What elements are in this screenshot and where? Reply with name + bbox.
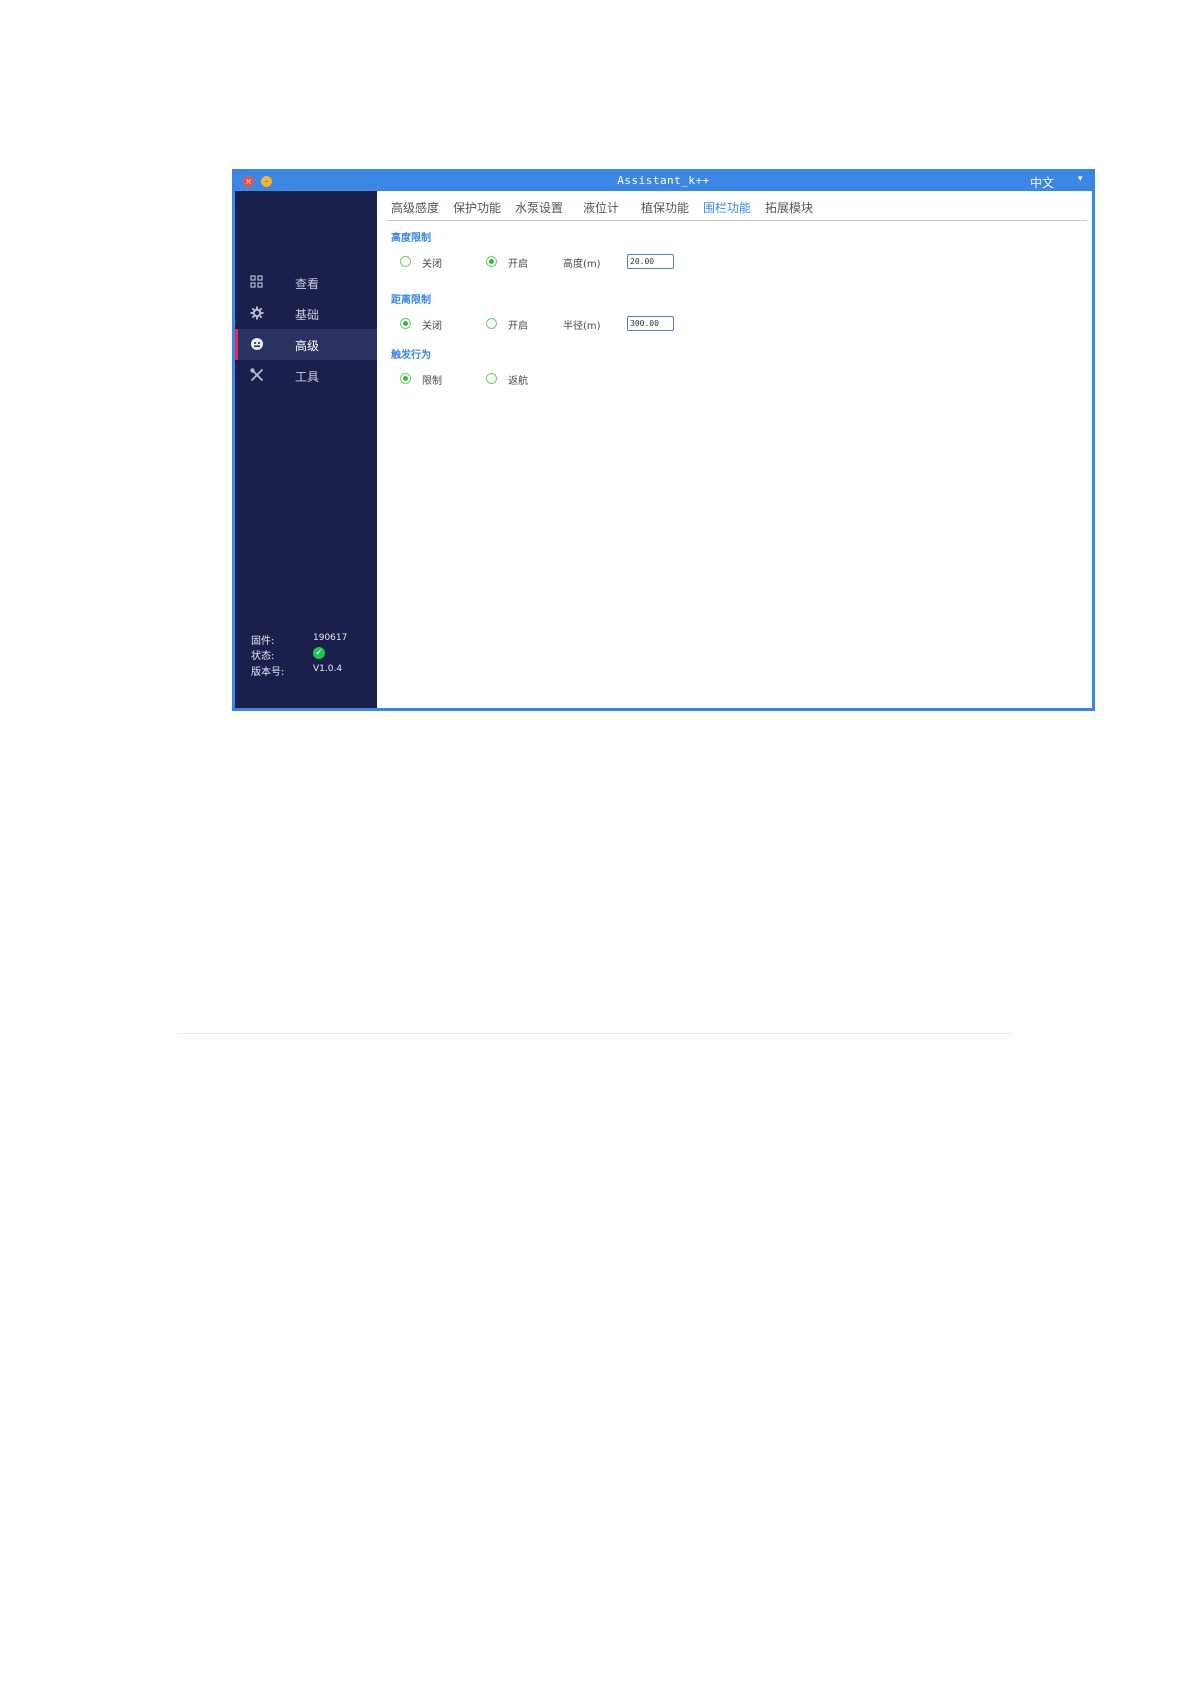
- radius-field-label: 半径(m): [563, 321, 601, 332]
- distance-limit-title: 距离限制: [391, 295, 431, 306]
- tab-pump-settings[interactable]: 水泵设置: [515, 199, 563, 216]
- radius-input[interactable]: [627, 316, 674, 331]
- tab-level-gauge[interactable]: 液位计: [583, 199, 619, 216]
- sidebar-item-label: 工具: [295, 370, 320, 384]
- advanced-icon: [249, 337, 265, 353]
- chevron-down-icon[interactable]: ▾: [1078, 174, 1083, 184]
- height-off-label: 关闭: [422, 259, 442, 270]
- distance-on-radio[interactable]: [486, 318, 497, 329]
- trigger-limit-radio[interactable]: [400, 373, 411, 384]
- version-label: 版本号:: [251, 667, 285, 678]
- page-divider: [180, 1033, 1011, 1034]
- sidebar-item-label: 基础: [295, 308, 320, 322]
- language-select[interactable]: 中文: [1030, 174, 1054, 191]
- sidebar: 查看 基础 高级 工具 固件: 190617 状态: ✓ 版本号: V1.0.4: [235, 191, 377, 708]
- gear-icon: [249, 306, 265, 322]
- tab-fence[interactable]: 围栏功能: [703, 199, 751, 216]
- tools-icon: [249, 368, 265, 384]
- tab-advanced-sensitivity[interactable]: 高级感度: [391, 199, 439, 216]
- trigger-action-title: 触发行为: [391, 350, 431, 361]
- tab-plant-protection[interactable]: 植保功能: [641, 199, 689, 216]
- trigger-return-label: 返航: [508, 376, 528, 387]
- height-on-label: 开启: [508, 259, 528, 270]
- tab-bar: 高级感度 保护功能 水泵设置 液位计 植保功能 围栏功能 拓展模块: [387, 197, 1087, 221]
- trigger-return-radio[interactable]: [486, 373, 497, 384]
- app-window: × – Assistant_k++ 中文 ▾ 查看 基础 高级 工具 固件: 1…: [232, 169, 1095, 711]
- check-icon: ✓: [313, 647, 325, 659]
- sidebar-item-basic[interactable]: 基础: [235, 298, 377, 329]
- height-input[interactable]: [627, 254, 674, 269]
- sidebar-item-tools[interactable]: 工具: [235, 360, 377, 391]
- window-title: Assistant_k++: [617, 174, 710, 187]
- sidebar-item-label: 查看: [295, 277, 320, 291]
- height-limit-title: 高度限制: [391, 233, 431, 244]
- distance-on-label: 开启: [508, 321, 528, 332]
- height-on-radio[interactable]: [486, 256, 497, 267]
- height-off-radio[interactable]: [400, 256, 411, 267]
- firmware-value: 190617: [313, 633, 348, 643]
- sidebar-item-advanced[interactable]: 高级: [235, 329, 377, 360]
- view-grid-icon: [249, 275, 265, 291]
- distance-off-radio[interactable]: [400, 318, 411, 329]
- version-value: V1.0.4: [313, 664, 343, 674]
- status-label: 状态:: [251, 651, 275, 662]
- title-bar: × – Assistant_k++ 中文 ▾: [235, 172, 1092, 191]
- distance-off-label: 关闭: [422, 321, 442, 332]
- trigger-limit-label: 限制: [422, 376, 442, 387]
- tab-extension-module[interactable]: 拓展模块: [765, 199, 813, 216]
- sidebar-item-view[interactable]: 查看: [235, 267, 377, 298]
- height-field-label: 高度(m): [563, 259, 601, 270]
- firmware-label: 固件:: [251, 636, 275, 647]
- sidebar-item-label: 高级: [295, 339, 320, 353]
- tab-protection[interactable]: 保护功能: [453, 199, 501, 216]
